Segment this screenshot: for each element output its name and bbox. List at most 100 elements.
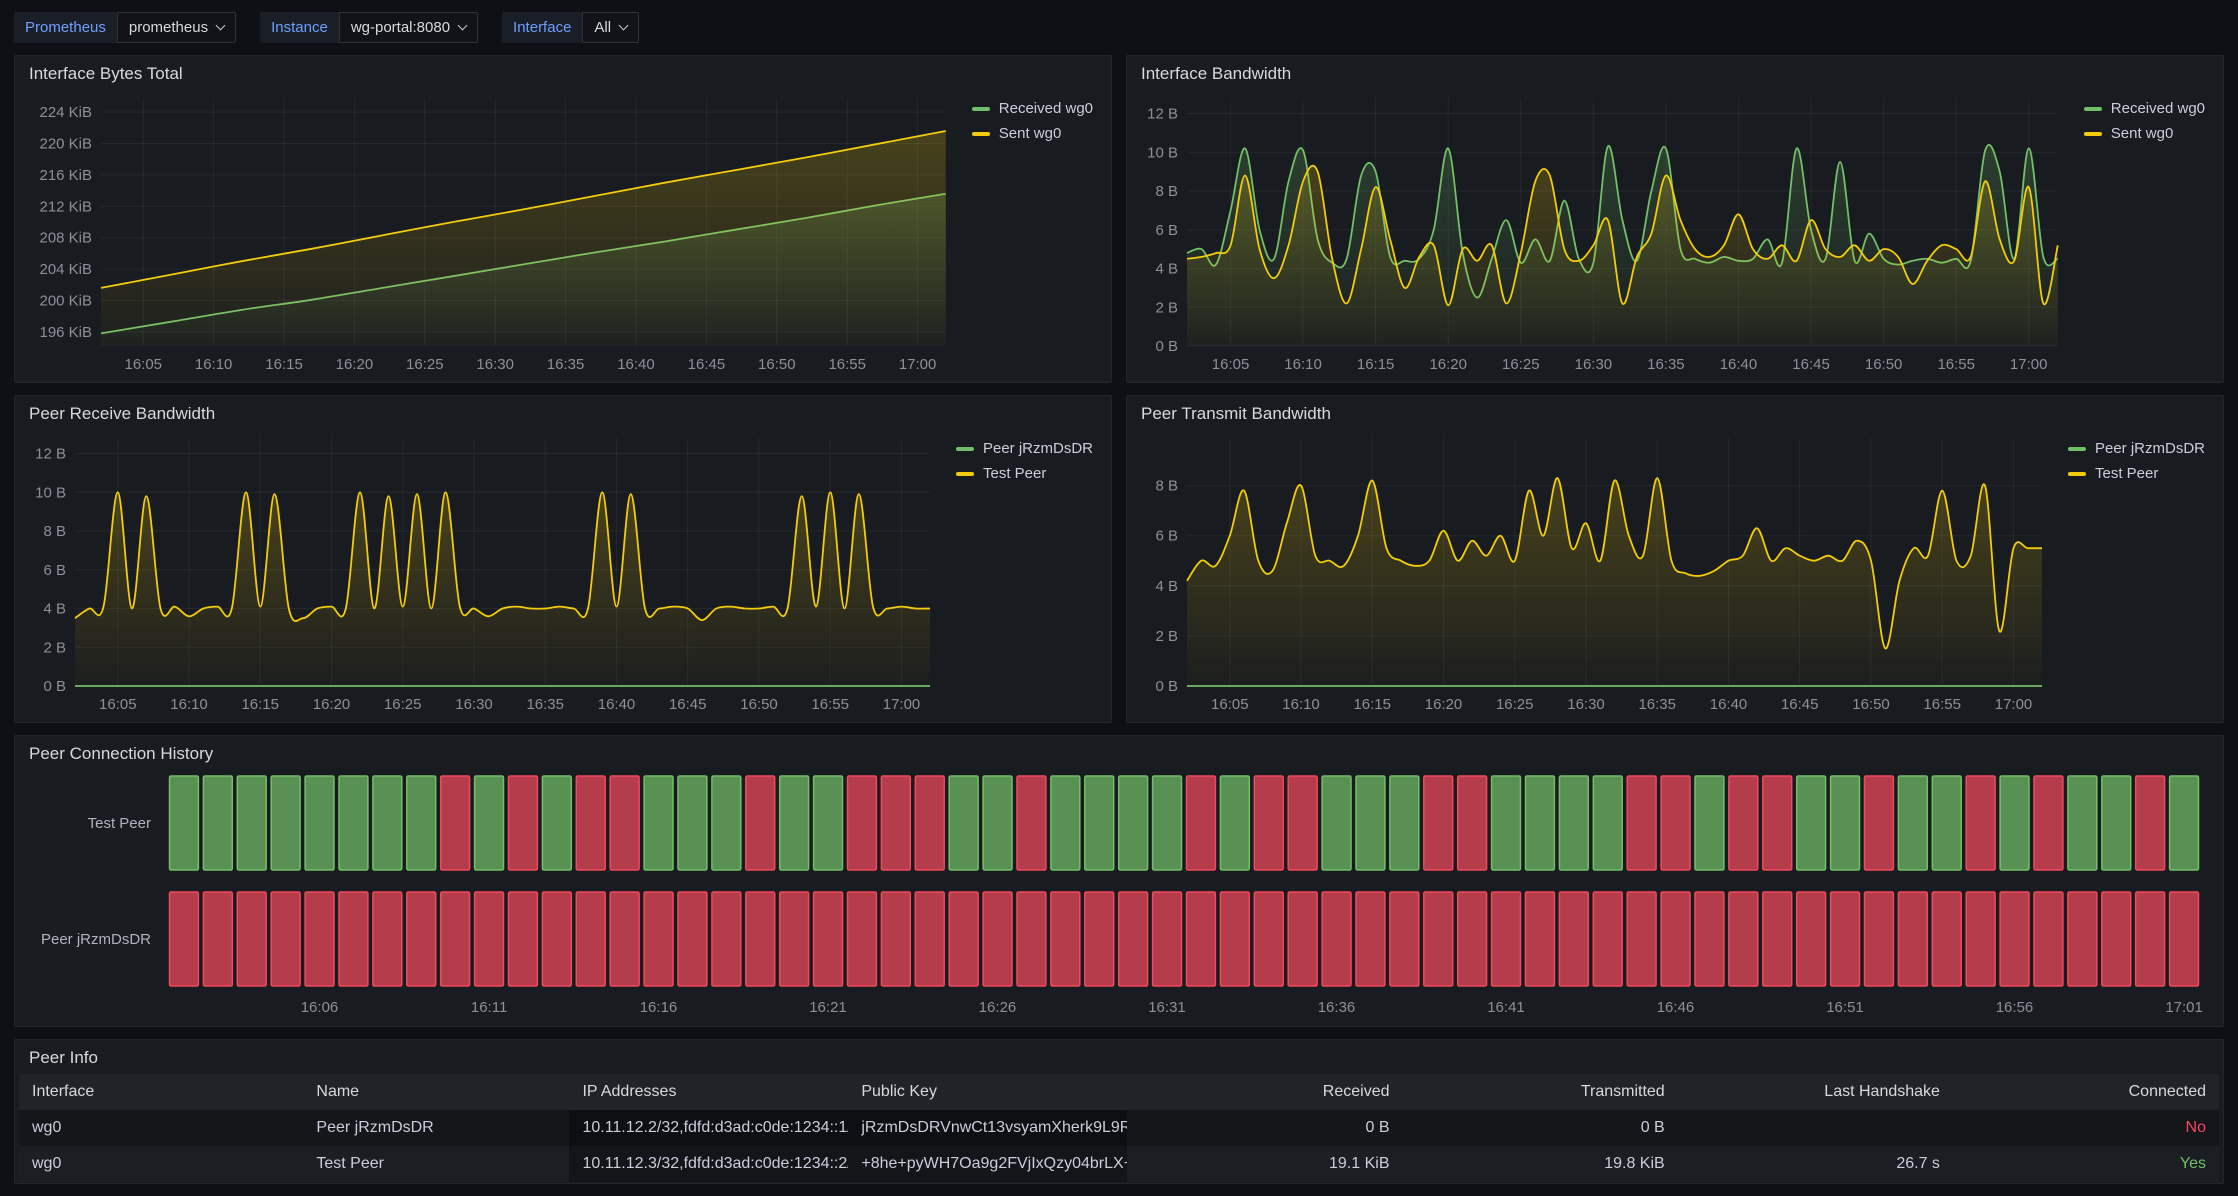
status-bar-disconnected[interactable] — [1220, 892, 1249, 986]
status-bar-connected[interactable] — [983, 776, 1012, 870]
status-bar-disconnected[interactable] — [1729, 776, 1758, 870]
status-bar-connected[interactable] — [678, 776, 707, 870]
status-bar-disconnected[interactable] — [407, 892, 436, 986]
status-bar-disconnected[interactable] — [576, 892, 605, 986]
legend-item-peer-jrzmdsdr[interactable]: Peer jRzmDsDR — [956, 440, 1093, 457]
status-bar-disconnected[interactable] — [2136, 776, 2165, 870]
status-bar-disconnected[interactable] — [881, 776, 910, 870]
status-bar-connected[interactable] — [644, 776, 673, 870]
status-bar-connected[interactable] — [271, 776, 300, 870]
status-bar-disconnected[interactable] — [1322, 892, 1351, 986]
status-bar-connected[interactable] — [1356, 776, 1385, 870]
status-bar-disconnected[interactable] — [915, 776, 944, 870]
column-header-received[interactable]: Received — [1127, 1074, 1402, 1110]
status-bar-connected[interactable] — [305, 776, 334, 870]
status-bar-disconnected[interactable] — [2136, 892, 2165, 986]
status-bar-disconnected[interactable] — [1898, 892, 1927, 986]
status-bar-connected[interactable] — [949, 776, 978, 870]
panel-title[interactable]: Peer Connection History — [15, 736, 2223, 766]
status-bar-disconnected[interactable] — [644, 892, 673, 986]
status-bar-disconnected[interactable] — [2034, 776, 2063, 870]
status-bar-disconnected[interactable] — [2170, 892, 2199, 986]
status-bar-connected[interactable] — [373, 776, 402, 870]
interface-bandwidth-chart[interactable]: 0 B2 B4 B6 B8 B10 B12 B16:0516:1016:1516… — [1137, 86, 2068, 378]
status-bar-disconnected[interactable] — [339, 892, 368, 986]
column-header-name[interactable]: Name — [303, 1074, 569, 1110]
status-bar-connected[interactable] — [1220, 776, 1249, 870]
peer-receive-bandwidth-chart[interactable]: 0 B2 B4 B6 B8 B10 B12 B16:0516:1016:1516… — [25, 426, 940, 718]
status-bar-disconnected[interactable] — [509, 892, 538, 986]
status-bar-disconnected[interactable] — [305, 892, 334, 986]
status-bar-disconnected[interactable] — [1051, 892, 1080, 986]
status-bar-connected[interactable] — [170, 776, 199, 870]
status-bar-disconnected[interactable] — [746, 892, 775, 986]
status-bar-disconnected[interactable] — [2068, 892, 2097, 986]
status-bar-disconnected[interactable] — [2102, 892, 2131, 986]
status-bar-disconnected[interactable] — [2000, 892, 2029, 986]
status-bar-disconnected[interactable] — [814, 892, 843, 986]
status-bar-disconnected[interactable] — [1254, 776, 1283, 870]
interface-label[interactable]: Interface — [502, 12, 582, 43]
legend-item-test-peer[interactable]: Test Peer — [2068, 465, 2205, 482]
status-bar-disconnected[interactable] — [1865, 776, 1894, 870]
status-bar-connected[interactable] — [1695, 776, 1724, 870]
status-bar-disconnected[interactable] — [1695, 892, 1724, 986]
column-header-last-handshake[interactable]: Last Handshake — [1678, 1074, 1953, 1110]
status-bar-connected[interactable] — [2068, 776, 2097, 870]
instance-label[interactable]: Instance — [260, 12, 339, 43]
panel-title[interactable]: Interface Bytes Total — [15, 56, 1111, 86]
interface-bytes-total-chart[interactable]: 196 KiB200 KiB204 KiB208 KiB212 KiB216 K… — [25, 86, 956, 378]
status-bar-disconnected[interactable] — [1729, 892, 1758, 986]
panel-title[interactable]: Interface Bandwidth — [1127, 56, 2223, 86]
status-bar-disconnected[interactable] — [712, 892, 741, 986]
status-bar-disconnected[interactable] — [1797, 892, 1826, 986]
status-bar-disconnected[interactable] — [1288, 776, 1317, 870]
status-bar-disconnected[interactable] — [1424, 892, 1453, 986]
panel-title[interactable]: Peer Transmit Bandwidth — [1127, 396, 2223, 426]
status-bar-connected[interactable] — [2170, 776, 2199, 870]
status-bar-disconnected[interactable] — [1153, 892, 1182, 986]
status-bar-disconnected[interactable] — [1661, 776, 1690, 870]
status-bar-disconnected[interactable] — [949, 892, 978, 986]
status-bar-disconnected[interactable] — [780, 892, 809, 986]
interface-dropdown[interactable]: All — [582, 12, 639, 43]
status-bar-disconnected[interactable] — [475, 892, 504, 986]
datasource-label[interactable]: Prometheus — [14, 12, 117, 43]
status-bar-connected[interactable] — [407, 776, 436, 870]
status-bar-connected[interactable] — [1797, 776, 1826, 870]
status-bar-disconnected[interactable] — [848, 776, 877, 870]
status-bar-disconnected[interactable] — [1187, 892, 1216, 986]
column-header-interface[interactable]: Interface — [19, 1074, 303, 1110]
status-bar-disconnected[interactable] — [1017, 776, 1046, 870]
status-bar-connected[interactable] — [2000, 776, 2029, 870]
status-bar-disconnected[interactable] — [1661, 892, 1690, 986]
status-bar-disconnected[interactable] — [1932, 892, 1961, 986]
status-bar-disconnected[interactable] — [203, 892, 232, 986]
status-bar-connected[interactable] — [1898, 776, 1927, 870]
status-bar-disconnected[interactable] — [1966, 892, 1995, 986]
status-bar-disconnected[interactable] — [1017, 892, 1046, 986]
status-bar-disconnected[interactable] — [1356, 892, 1385, 986]
status-bar-disconnected[interactable] — [678, 892, 707, 986]
instance-dropdown[interactable]: wg-portal:8080 — [339, 12, 478, 43]
status-bar-disconnected[interactable] — [1085, 892, 1114, 986]
status-bar-connected[interactable] — [814, 776, 843, 870]
panel-title[interactable]: Peer Receive Bandwidth — [15, 396, 1111, 426]
status-bar-disconnected[interactable] — [271, 892, 300, 986]
status-bar-connected[interactable] — [780, 776, 809, 870]
peer-connection-history-chart[interactable]: Test PeerPeer jRzmDsDR16:0616:1116:1616:… — [25, 766, 2213, 1022]
column-header-transmitted[interactable]: Transmitted — [1402, 1074, 1677, 1110]
status-bar-connected[interactable] — [237, 776, 266, 870]
status-bar-connected[interactable] — [2102, 776, 2131, 870]
status-bar-disconnected[interactable] — [1458, 776, 1487, 870]
status-bar-disconnected[interactable] — [1119, 892, 1148, 986]
legend-item-sent-wg0[interactable]: Sent wg0 — [2084, 125, 2205, 142]
datasource-dropdown[interactable]: prometheus — [117, 12, 236, 43]
status-bar-connected[interactable] — [1559, 776, 1588, 870]
status-bar-disconnected[interactable] — [373, 892, 402, 986]
status-bar-disconnected[interactable] — [1865, 892, 1894, 986]
status-bar-disconnected[interactable] — [542, 892, 571, 986]
status-bar-connected[interactable] — [339, 776, 368, 870]
status-bar-disconnected[interactable] — [1458, 892, 1487, 986]
status-bar-disconnected[interactable] — [915, 892, 944, 986]
